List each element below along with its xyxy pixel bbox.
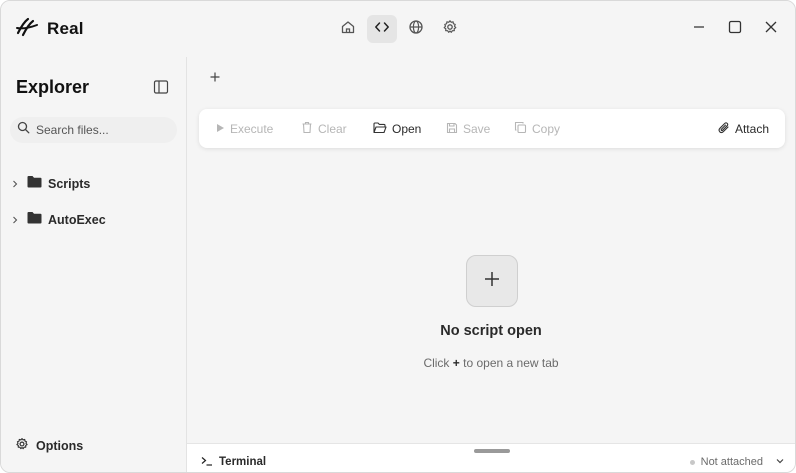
browser-button[interactable] — [401, 15, 431, 43]
new-tab-button[interactable] — [207, 71, 223, 87]
copy-button[interactable]: Copy — [514, 120, 560, 138]
folder-open-icon — [373, 121, 387, 137]
minimize-icon — [692, 20, 706, 39]
search-input[interactable] — [36, 123, 166, 137]
title-bar: Real — [1, 1, 795, 57]
execute-button[interactable]: Execute — [215, 120, 273, 138]
search-icon — [17, 121, 30, 139]
toggle-sidebar-button[interactable] — [152, 79, 170, 100]
terminal-bar: Terminal Not attached — [187, 443, 795, 472]
window-controls — [685, 15, 785, 43]
attach-button[interactable]: Attach — [718, 120, 769, 138]
terminal-label: Terminal — [219, 456, 267, 468]
execute-label: Execute — [230, 122, 274, 136]
home-icon — [340, 19, 356, 40]
options-label: Options — [36, 439, 84, 453]
save-button[interactable]: Save — [446, 120, 490, 138]
sidebar: Explorer Scripts — [1, 57, 187, 472]
search-box[interactable] — [10, 117, 177, 143]
sidebar-item-scripts[interactable]: Scripts — [9, 173, 90, 195]
logo-icon — [15, 16, 39, 43]
clear-label: Clear — [318, 122, 347, 136]
options-button[interactable]: Options — [15, 435, 83, 457]
brand: Real — [15, 15, 84, 43]
settings-button[interactable] — [435, 15, 465, 43]
attach-status: Not attached — [689, 453, 785, 471]
play-icon — [215, 122, 225, 136]
editor-area: Execute Clear Open Save Copy Attach No s… — [187, 57, 795, 443]
maximize-button[interactable] — [721, 15, 749, 43]
copy-icon — [514, 121, 527, 137]
hint-plus: + — [452, 356, 460, 370]
chevron-right-icon[interactable] — [9, 178, 21, 190]
app-window: Real Explorer Search files... Scripts Au… — [0, 0, 796, 473]
status-dot — [689, 459, 695, 465]
attach-label: Attach — [734, 122, 769, 136]
code-editor-button[interactable] — [367, 15, 397, 43]
chevron-down-icon[interactable] — [775, 453, 785, 471]
sidebar-item-autoexec[interactable]: AutoExec — [9, 209, 106, 231]
open-label: Open — [392, 122, 422, 136]
open-new-tab-button[interactable] — [466, 255, 518, 307]
globe-icon — [408, 19, 424, 40]
minimize-button[interactable] — [685, 15, 713, 43]
save-icon — [446, 122, 458, 137]
close-button[interactable] — [757, 15, 785, 43]
top-nav — [333, 15, 465, 43]
empty-state-title: No script open — [440, 323, 542, 339]
sidebar-item-label: AutoExec — [48, 213, 106, 227]
sidebar-panel-icon — [153, 79, 169, 100]
folder-icon — [27, 211, 42, 229]
editor-toolbar: Execute Clear Open Save Copy Attach — [199, 109, 785, 148]
trash-icon — [301, 121, 313, 137]
terminal-toggle[interactable]: Terminal — [201, 453, 266, 471]
gear-icon — [15, 437, 29, 456]
hint-suffix: to open a new tab — [463, 356, 559, 370]
sidebar-item-label: Scripts — [48, 177, 91, 191]
empty-state-hint: Click + to open a new tab — [187, 356, 795, 370]
copy-label: Copy — [532, 122, 561, 136]
home-button[interactable] — [333, 15, 363, 43]
code-icon — [374, 19, 390, 40]
paperclip-icon — [718, 121, 730, 137]
hint-prefix: Click — [423, 356, 450, 370]
status-text: Not attached — [700, 456, 763, 468]
terminal-icon — [201, 453, 213, 471]
app-title: Real — [47, 19, 84, 38]
open-button[interactable]: Open — [373, 120, 421, 138]
folder-icon — [27, 175, 42, 193]
clear-button[interactable]: Clear — [301, 120, 347, 138]
resize-handle[interactable] — [474, 449, 510, 453]
plus-icon — [483, 270, 501, 293]
sidebar-title: Explorer — [16, 77, 90, 97]
close-icon — [764, 20, 778, 39]
save-label: Save — [463, 122, 491, 136]
maximize-icon — [728, 20, 742, 39]
gear-icon — [442, 19, 458, 40]
plus-icon — [209, 70, 221, 88]
chevron-right-icon[interactable] — [9, 214, 21, 226]
